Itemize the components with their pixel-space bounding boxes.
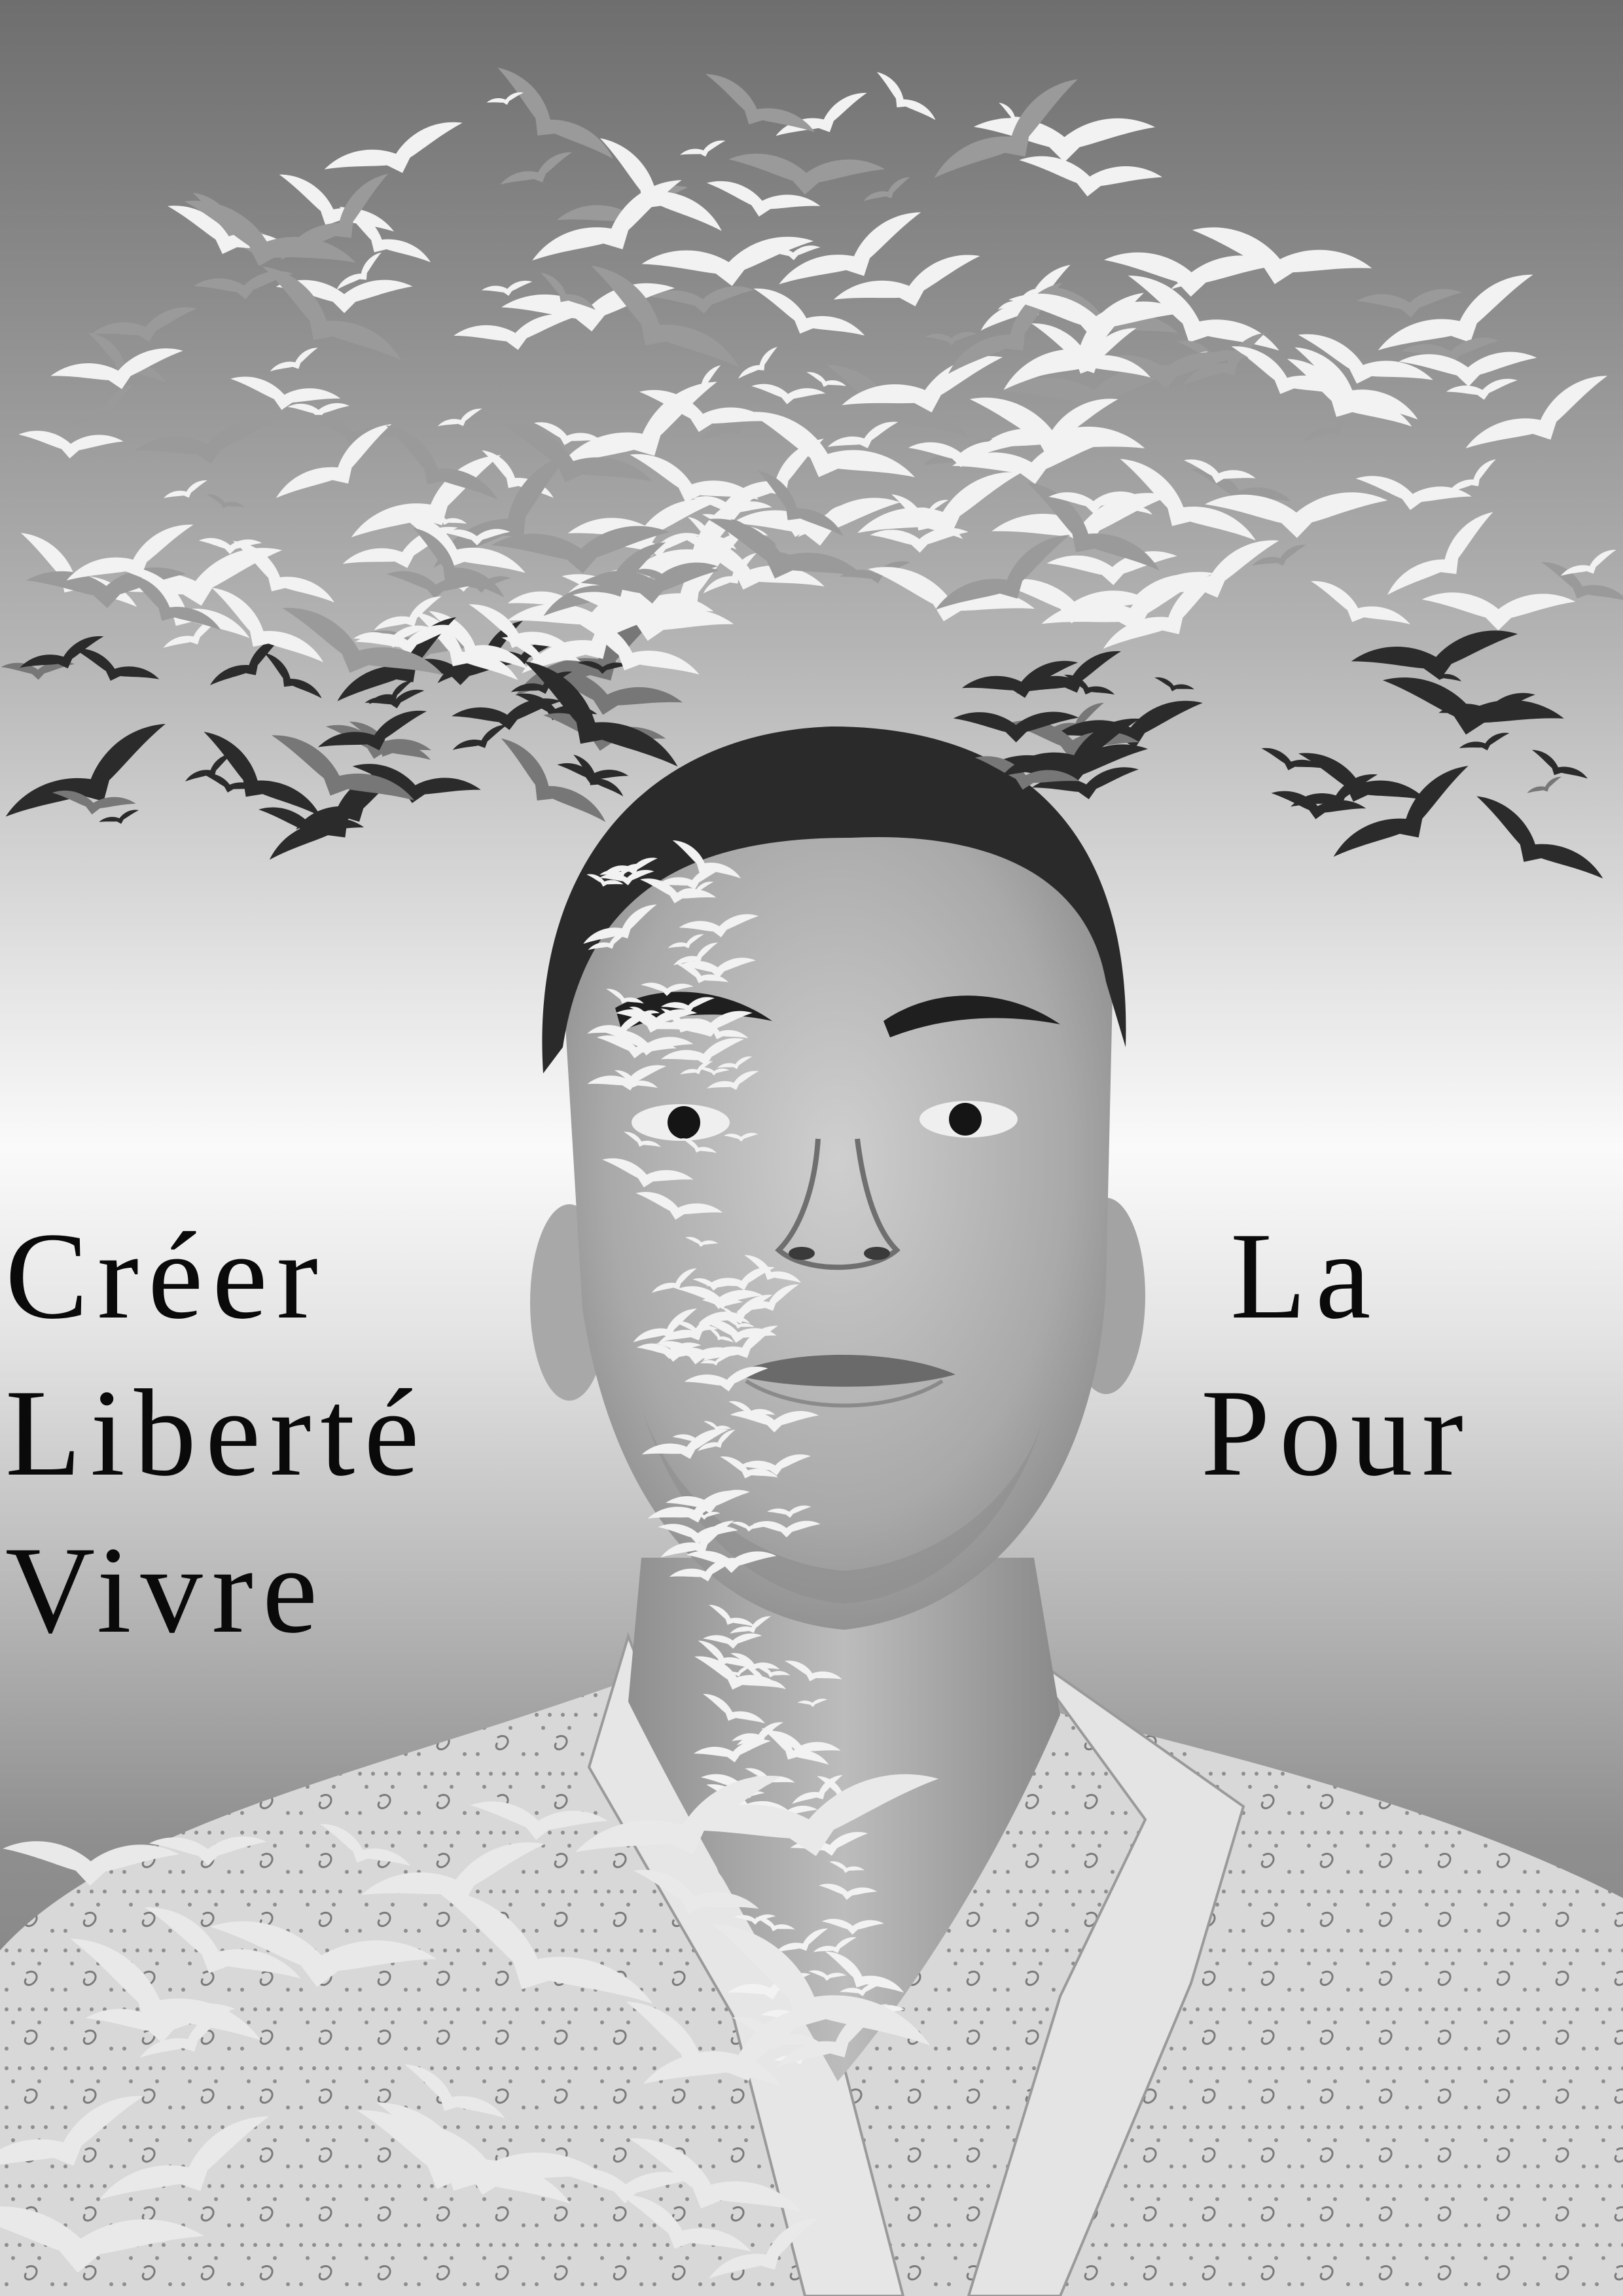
word-la: La (1230, 1208, 1380, 1345)
word-creer: Créer (5, 1208, 327, 1345)
bird-icon (1527, 776, 1562, 793)
bird-icon (876, 72, 936, 120)
bird-icon (437, 408, 482, 427)
bird-icon (557, 762, 629, 785)
bird-icon (452, 725, 508, 750)
bird-icon (591, 265, 740, 368)
bird-icon (500, 423, 653, 482)
bird-icon (454, 314, 575, 350)
portrait-illustration (0, 67, 1623, 2296)
bird-icon (486, 92, 524, 105)
bird-icon (680, 140, 726, 157)
face (563, 772, 1113, 1630)
bird-icon (1459, 732, 1510, 751)
bird-icon (1351, 630, 1518, 681)
bird-icon (73, 648, 160, 681)
bird-icon (863, 177, 910, 202)
bird-icon (925, 332, 977, 346)
bird-icon (500, 152, 573, 185)
word-liberte: Liberté (5, 1365, 429, 1502)
bird-icon (134, 419, 277, 464)
word-vivre: Vivre (5, 1522, 327, 1659)
bird-icon (1154, 677, 1194, 692)
bird-icon (1041, 571, 1214, 632)
bird-icon (324, 122, 463, 173)
bird-icon (1531, 749, 1588, 779)
bird-icon (5, 724, 166, 817)
bird-icon (1356, 289, 1462, 317)
bird-icon (738, 347, 777, 379)
word-pour: Pour (1201, 1365, 1472, 1502)
bird-icon (1421, 592, 1576, 631)
bird-icon (1019, 156, 1163, 197)
bird-icon (1184, 459, 1256, 484)
bird-icon (1465, 376, 1608, 448)
bird-icon (270, 348, 318, 372)
bird-icon (317, 710, 427, 751)
bird-icon (164, 480, 207, 499)
bird-icon (1476, 796, 1603, 879)
bird-icon (18, 431, 124, 459)
bird-icon (1205, 492, 1388, 538)
bird-icon (206, 494, 245, 509)
bird-icon (857, 472, 1022, 535)
bird-icon (99, 810, 139, 824)
bird-icon (705, 74, 815, 133)
bird-icon (73, 384, 134, 426)
bird-icon (501, 738, 606, 822)
bird-icon (751, 384, 826, 404)
bird-icon (1382, 677, 1564, 735)
bird-icon (1261, 747, 1323, 770)
bird-icon (211, 587, 324, 662)
bird-icon (1446, 378, 1518, 400)
bird-icon (1133, 540, 1279, 598)
bird-icon (264, 653, 322, 698)
poster: Créer Liberté Vivre La Pour (0, 0, 1623, 2296)
